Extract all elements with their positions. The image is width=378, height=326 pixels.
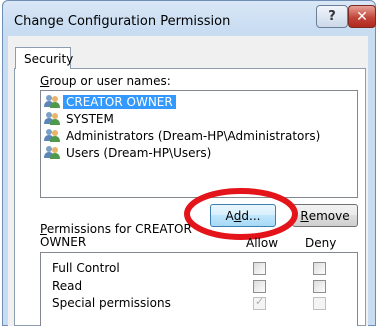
highlight-ellipse <box>184 188 298 240</box>
deny-checkbox[interactable] <box>313 262 326 275</box>
list-item[interactable]: CREATOR OWNER <box>43 93 176 110</box>
window-title: Change Configuration Permission <box>14 14 231 29</box>
group-user-list[interactable]: CREATOR OWNER SYSTEM Administrators (Dre… <box>40 90 358 198</box>
list-item-label: Administrators (Dream-HP\Administrators) <box>66 128 321 143</box>
list-item[interactable]: Administrators (Dream-HP\Administrators) <box>43 127 323 144</box>
users-icon <box>44 112 60 125</box>
help-button[interactable]: ? <box>316 5 348 28</box>
list-item[interactable]: SYSTEM <box>43 110 117 127</box>
deny-column-header: Deny <box>305 236 337 250</box>
permission-name: Special permissions <box>52 296 171 310</box>
list-item-label: SYSTEM <box>66 111 114 126</box>
tab-security-label: Security <box>24 52 74 66</box>
list-item[interactable]: Users (Dream-HP\Users) <box>43 144 214 161</box>
permission-name: Full Control <box>52 261 120 275</box>
allow-column-header: Allow <box>246 236 279 250</box>
allow-checkbox[interactable] <box>253 280 266 293</box>
tab-security[interactable]: Security <box>15 47 74 69</box>
checkmark-icon: ✓ <box>255 295 265 308</box>
deny-checkbox <box>313 297 326 310</box>
allow-checkbox[interactable] <box>253 262 266 275</box>
remove-button[interactable]: Remove <box>292 204 358 227</box>
deny-checkbox[interactable] <box>313 280 326 293</box>
group-names-label: Group or user names: <box>40 74 171 88</box>
list-item-label: Users (Dream-HP\Users) <box>66 145 212 160</box>
users-icon <box>44 129 60 142</box>
permission-name: Read <box>52 279 83 293</box>
users-icon <box>44 146 60 159</box>
list-item-label: CREATOR OWNER <box>63 94 176 109</box>
close-button[interactable]: ✕ <box>348 5 376 28</box>
users-icon <box>44 95 60 108</box>
allow-checkbox: ✓ <box>253 295 266 310</box>
permissions-label: Permissions for CREATOR OWNER <box>40 222 192 249</box>
